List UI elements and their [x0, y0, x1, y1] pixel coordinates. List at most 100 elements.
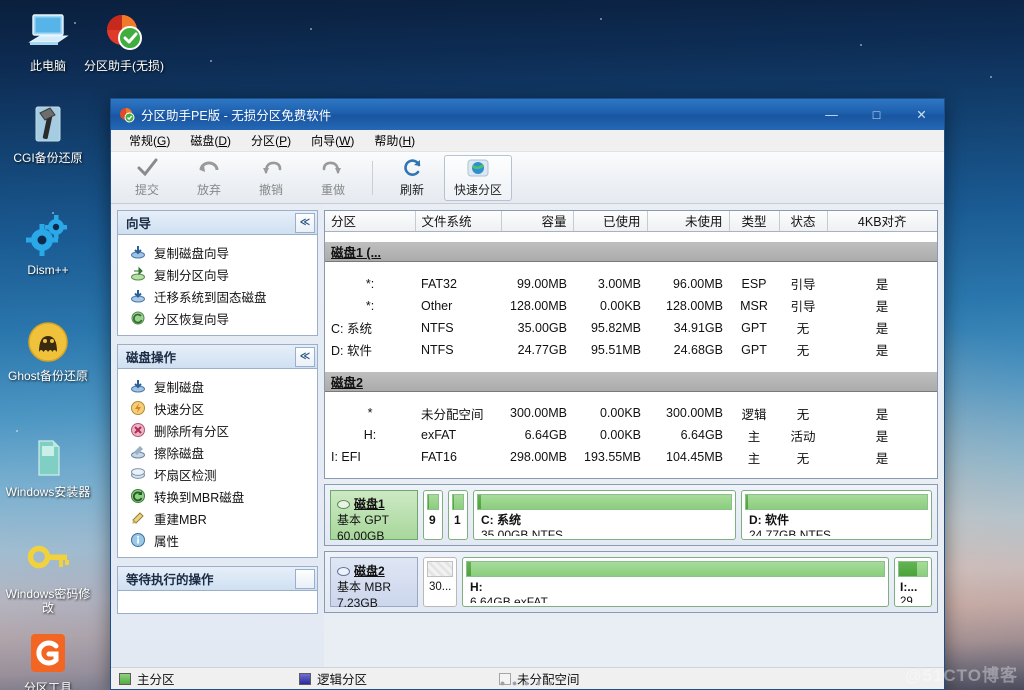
desktop-icon-ghost-backup[interactable]: Ghost备份还原 — [2, 318, 94, 383]
table-row[interactable]: *: Other 128.00MB 0.00KB 128.00MB MSR 引导… — [325, 295, 937, 317]
cell-used: 193.55MB — [573, 446, 647, 468]
sidebar-item-copy-partition-wizard[interactable]: 复制分区向导 — [118, 263, 317, 285]
disk2-group-header[interactable]: 磁盘2 — [325, 372, 937, 392]
legend-logical: 逻辑分区 — [299, 669, 499, 688]
disk2-unallocated-partition[interactable]: 30... — [423, 557, 457, 607]
disk1-msr-partition[interactable]: 1 — [448, 490, 468, 540]
desktop-icon-label: Windows密码修改 — [2, 587, 94, 615]
cell-align: 是 — [827, 317, 937, 339]
col-align[interactable]: 4KB对齐 — [827, 211, 937, 231]
desktop-icon-windows-password[interactable]: Windows密码修改 — [2, 536, 94, 615]
cell-capacity: 24.77GB — [501, 339, 573, 361]
wipe-icon — [130, 444, 146, 460]
desktop-icon-partition-tool[interactable]: 分区工具 — [2, 630, 94, 690]
refresh-button[interactable]: 刷新 — [382, 155, 442, 201]
disk2-h-partition[interactable]: H: 6.64GB exFAT — [462, 557, 889, 607]
commit-button[interactable]: 提交 — [117, 155, 177, 201]
sidebar-item-copy-disk-wizard[interactable]: 复制磁盘向导 — [118, 241, 317, 263]
col-filesystem[interactable]: 文件系统 — [415, 211, 501, 231]
partition-usage-bar — [466, 561, 885, 577]
close-button[interactable]: ✕ — [899, 99, 944, 130]
cell-type: GPT — [729, 339, 779, 361]
sidebar-item-properties[interactable]: 属性 — [118, 529, 317, 551]
menu-help[interactable]: 帮助(H) — [364, 130, 425, 151]
table-row[interactable]: *: FAT32 99.00MB 3.00MB 96.00MB ESP 引导 是 — [325, 273, 937, 295]
menu-disk[interactable]: 磁盘(D) — [180, 130, 241, 151]
disk2-i-efi-partition[interactable]: I:... 29... — [894, 557, 932, 607]
collapse-icon[interactable]: ≪ — [295, 347, 315, 367]
hammer-icon — [2, 100, 94, 148]
partition-usage-bar — [477, 494, 732, 510]
cell-filesystem: NTFS — [415, 317, 501, 339]
menu-partition[interactable]: 分区(P) — [241, 130, 301, 151]
col-used[interactable]: 已使用 — [573, 211, 647, 231]
discard-button[interactable]: 放弃 — [179, 155, 239, 201]
table-row[interactable]: I: EFI FAT16 298.00MB 193.55MB 104.45MB … — [325, 446, 937, 468]
desktop-icon-windows-installer[interactable]: Windows安装器 — [2, 434, 94, 499]
desktop-icon-dism[interactable]: Dism++ — [2, 212, 94, 277]
sidebar-item-label: 迁移系统到固态磁盘 — [154, 287, 267, 306]
col-unused[interactable]: 未使用 — [647, 211, 729, 231]
col-capacity[interactable]: 容量 — [501, 211, 573, 231]
disk2-map: 磁盘2 基本 MBR 7.23GB 30... H: 6.64GB exFAT — [324, 551, 938, 613]
partition-copy-icon — [130, 266, 146, 282]
disk1-c-partition[interactable]: C: 系统 35.00GB NTFS — [473, 490, 736, 540]
cell-used: 95.51MB — [573, 339, 647, 361]
sidebar-item-wipe-disk[interactable]: 擦除磁盘 — [118, 441, 317, 463]
sidebar-item-delete-all-partitions[interactable]: 删除所有分区 — [118, 419, 317, 441]
wizard-panel-header[interactable]: 向导 ≪ — [118, 211, 317, 235]
partition-table: 分区 文件系统 容量 已使用 未使用 类型 状态 4KB对齐 — [324, 210, 938, 479]
disk1-map-header[interactable]: 磁盘1 基本 GPT 60.00GB — [330, 490, 418, 540]
cell-unused: 104.45MB — [647, 446, 729, 468]
sidebar-item-quick-partition[interactable]: 快速分区 — [118, 397, 317, 419]
disk2-map-header[interactable]: 磁盘2 基本 MBR 7.23GB — [330, 557, 418, 607]
cell-partition: H: — [325, 424, 415, 446]
cell-filesystem: FAT16 — [415, 446, 501, 468]
undo-button[interactable]: 撤销 — [241, 155, 301, 201]
menu-general-key: G — [157, 134, 166, 148]
partition-line1: 1 — [454, 513, 462, 528]
pending-operations-panel-header[interactable]: 等待执行的操作 — [118, 567, 317, 591]
maximize-button[interactable]: □ — [854, 99, 899, 130]
table-row[interactable]: * 未分配空间 300.00MB 0.00KB 300.00MB 逻辑 无 是 — [325, 402, 937, 424]
sidebar-item-convert-to-mbr[interactable]: 转换到MBR磁盘 — [118, 485, 317, 507]
migrate-icon — [130, 288, 146, 304]
partition-usage-bar — [427, 561, 453, 577]
sidebar-item-rebuild-mbr[interactable]: 重建MBR — [118, 507, 317, 529]
window-titlebar[interactable]: 分区助手PE版 - 无损分区免费软件 — □ ✕ — [111, 99, 944, 130]
collapse-icon[interactable] — [295, 569, 315, 589]
table-spacer — [325, 262, 937, 273]
col-partition[interactable]: 分区 — [325, 211, 415, 231]
partition-line2: 24.77GB NTFS — [749, 528, 831, 536]
table-row[interactable]: H: exFAT 6.64GB 0.00KB 6.64GB 主 活动 是 — [325, 424, 937, 446]
disk1-d-partition[interactable]: D: 软件 24.77GB NTFS — [741, 490, 932, 540]
minimize-button[interactable]: — — [809, 99, 854, 130]
cell-partition: * — [325, 402, 415, 424]
sidebar-item-migrate-os-ssd[interactable]: 迁移系统到固态磁盘 — [118, 285, 317, 307]
cell-status: 无 — [779, 446, 827, 468]
sidebar-item-partition-recovery-wizard[interactable]: 分区恢复向导 — [118, 307, 317, 329]
sidebar-item-copy-disk[interactable]: 复制磁盘 — [118, 375, 317, 397]
partition-line1: C: 系统 — [481, 513, 728, 528]
redo-button[interactable]: 重做 — [303, 155, 363, 201]
cell-used: 0.00KB — [573, 424, 647, 446]
quick-partition-icon — [467, 157, 489, 179]
quick-partition-button[interactable]: 快速分区 — [444, 155, 512, 201]
disk1-group-header[interactable]: 磁盘1 (... — [325, 242, 937, 262]
desktop-icon-cgi-backup[interactable]: CGI备份还原 — [2, 100, 94, 165]
desktop-icon-partition-assistant[interactable]: 分区助手(无损) — [78, 8, 170, 73]
sidebar-item-bad-sector-check[interactable]: 坏扇区检测 — [118, 463, 317, 485]
col-type[interactable]: 类型 — [729, 211, 779, 231]
menu-general[interactable]: 常规(G) — [119, 130, 180, 151]
cell-partition: *: — [325, 295, 415, 317]
desktop-icon-label: 分区助手(无损) — [78, 59, 170, 73]
collapse-icon[interactable]: ≪ — [295, 213, 315, 233]
table-row[interactable]: D: 软件 NTFS 24.77GB 95.51MB 24.68GB GPT 无… — [325, 339, 937, 361]
disk-operations-panel-header[interactable]: 磁盘操作 ≪ — [118, 345, 317, 369]
cell-align: 是 — [827, 446, 937, 468]
menu-wizard[interactable]: 向导(W) — [301, 130, 364, 151]
table-row[interactable]: C: 系统 NTFS 35.00GB 95.82MB 34.91GB GPT 无… — [325, 317, 937, 339]
disk1-esp-partition[interactable]: 9 — [423, 490, 443, 540]
desktop-icon-label: Windows安装器 — [2, 485, 94, 499]
col-status[interactable]: 状态 — [779, 211, 827, 231]
